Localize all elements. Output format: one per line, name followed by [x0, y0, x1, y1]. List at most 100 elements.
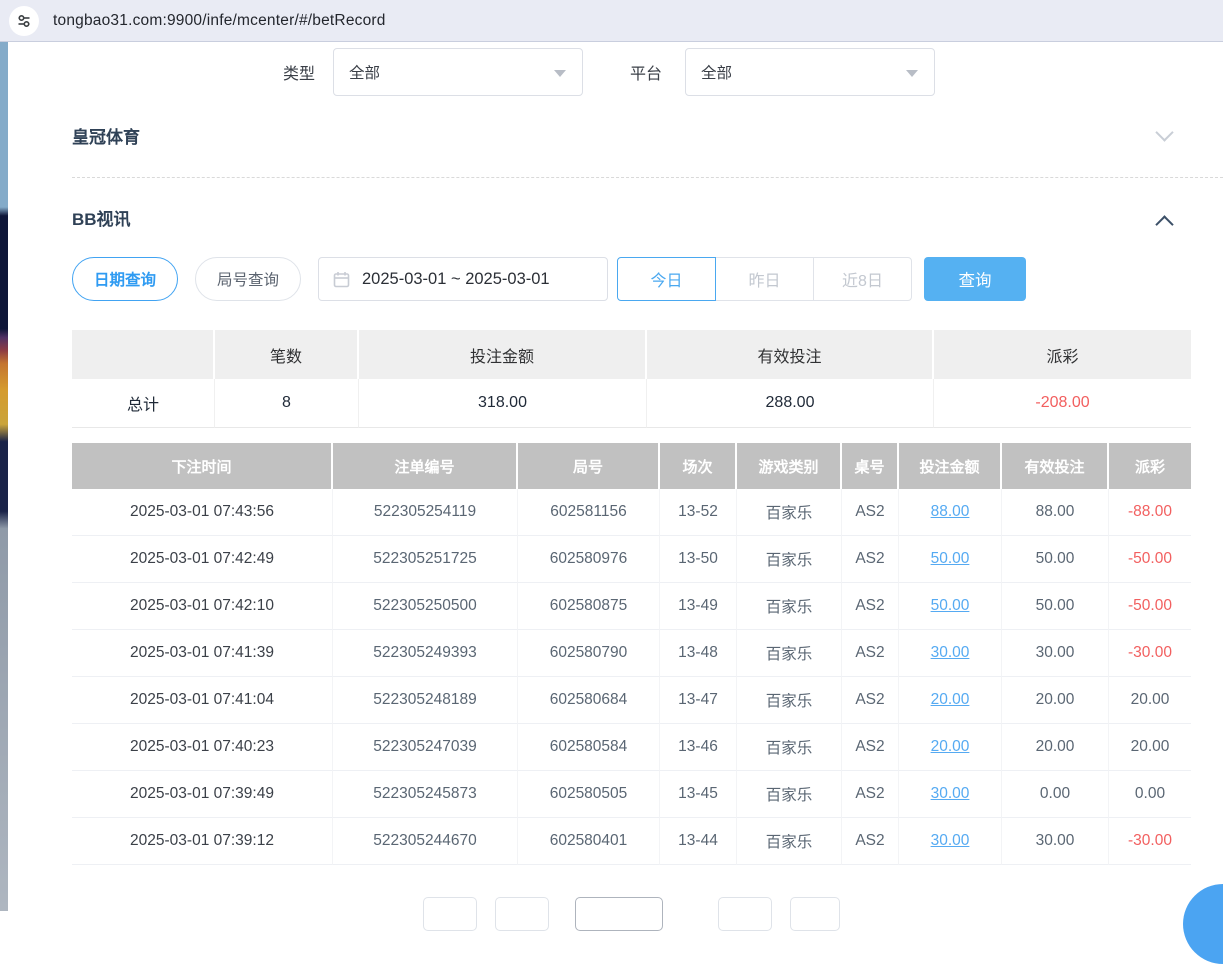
bet-record-page: 类型 全部 平台 全部 皇冠体育 BB视讯 日期查询 局号查询 [8, 42, 1223, 911]
summary-total-bet-amount: 318.00 [359, 379, 647, 428]
platform-select[interactable]: 全部 [685, 48, 935, 96]
cell-bet-amount: 30.00 [899, 771, 1002, 818]
cell-bet-time: 2025-03-01 07:39:12 [72, 818, 333, 865]
cell-bet-amount: 30.00 [899, 630, 1002, 677]
summary-total-valid-bet: 288.00 [647, 379, 934, 428]
cell-game-type: 百家乐 [737, 677, 842, 724]
round-query-button[interactable]: 局号查询 [195, 257, 301, 301]
bet-amount-link[interactable]: 20.00 [931, 691, 970, 709]
platform-select-value: 全部 [701, 61, 732, 83]
cell-bet-amount: 30.00 [899, 818, 1002, 865]
url-text[interactable]: tongbao31.com:9900/infe/mcenter/#/betRec… [53, 12, 386, 30]
pagination-button[interactable] [423, 897, 477, 931]
cell-session: 13-47 [660, 677, 737, 724]
summary-header-payout: 派彩 [934, 330, 1191, 379]
cell-session: 13-45 [660, 771, 737, 818]
section-crown-sports[interactable]: 皇冠体育 [72, 118, 1199, 158]
bet-table-header-row: 下注时间 注单编号 局号 场次 游戏类别 桌号 投注金额 有效投注 派彩 [72, 443, 1191, 489]
cell-valid-bet: 20.00 [1002, 677, 1109, 724]
pagination-button[interactable] [790, 897, 840, 931]
section-bb-casino[interactable]: BB视讯 [72, 200, 1199, 240]
header-valid-bet: 有效投注 [1002, 443, 1109, 489]
table-row: 2025-03-01 07:42:49 522305251725 6025809… [72, 536, 1191, 583]
cell-game-type: 百家乐 [737, 489, 842, 536]
bet-amount-link[interactable]: 88.00 [931, 503, 970, 521]
cell-table-number: AS2 [842, 818, 899, 865]
summary-header-count: 笔数 [215, 330, 359, 379]
date-query-button[interactable]: 日期查询 [72, 257, 178, 301]
section-title-bb-casino: BB视讯 [72, 200, 1199, 240]
type-select-value: 全部 [349, 61, 380, 83]
header-table-number: 桌号 [842, 443, 899, 489]
cell-table-number: AS2 [842, 583, 899, 630]
cell-table-number: AS2 [842, 677, 899, 724]
cell-round-number: 602580584 [518, 724, 660, 771]
cell-game-type: 百家乐 [737, 818, 842, 865]
header-session: 场次 [660, 443, 737, 489]
cell-round-number: 602581156 [518, 489, 660, 536]
cell-bet-time: 2025-03-01 07:40:23 [72, 724, 333, 771]
cell-round-number: 602580684 [518, 677, 660, 724]
pagination-page-size-select[interactable] [575, 897, 663, 931]
section-title-crown-sports: 皇冠体育 [72, 118, 1199, 158]
cell-payout: -50.00 [1109, 583, 1191, 630]
cell-payout: -50.00 [1109, 536, 1191, 583]
search-button[interactable]: 查询 [924, 257, 1026, 301]
cell-bet-amount: 20.00 [899, 677, 1002, 724]
chevron-down-icon [906, 70, 918, 77]
header-payout: 派彩 [1109, 443, 1191, 489]
pagination-button[interactable] [718, 897, 772, 931]
cell-round-number: 602580790 [518, 630, 660, 677]
cell-slip-number: 522305247039 [333, 724, 518, 771]
quick-range-yesterday[interactable]: 昨日 [715, 257, 814, 301]
site-settings-icon[interactable] [9, 6, 39, 36]
chevron-down-icon [554, 70, 566, 77]
bet-amount-link[interactable]: 30.00 [931, 785, 970, 803]
cell-valid-bet: 20.00 [1002, 724, 1109, 771]
date-range-value: 2025-03-01 ~ 2025-03-01 [362, 270, 550, 289]
cell-slip-number: 522305249393 [333, 630, 518, 677]
cell-payout: 20.00 [1109, 677, 1191, 724]
platform-filter-label: 平台 [630, 48, 662, 96]
cell-payout: -88.00 [1109, 489, 1191, 536]
cell-round-number: 602580875 [518, 583, 660, 630]
pagination [8, 897, 1223, 937]
cell-valid-bet: 30.00 [1002, 630, 1109, 677]
cell-bet-time: 2025-03-01 07:43:56 [72, 489, 333, 536]
type-select[interactable]: 全部 [333, 48, 583, 96]
pagination-button[interactable] [495, 897, 549, 931]
cell-payout: 20.00 [1109, 724, 1191, 771]
bet-amount-link[interactable]: 50.00 [931, 597, 970, 615]
summary-total-label: 总计 [72, 379, 215, 428]
cell-bet-time: 2025-03-01 07:41:04 [72, 677, 333, 724]
cell-session: 13-52 [660, 489, 737, 536]
cell-game-type: 百家乐 [737, 771, 842, 818]
cell-slip-number: 522305251725 [333, 536, 518, 583]
quick-range-group: 今日 昨日 近8日 [617, 257, 912, 301]
bet-amount-link[interactable]: 30.00 [931, 832, 970, 850]
cell-valid-bet: 50.00 [1002, 583, 1109, 630]
header-round-number: 局号 [518, 443, 660, 489]
quick-range-today[interactable]: 今日 [617, 257, 716, 301]
cell-round-number: 602580976 [518, 536, 660, 583]
cell-slip-number: 522305248189 [333, 677, 518, 724]
date-range-input[interactable]: 2025-03-01 ~ 2025-03-01 [318, 257, 608, 301]
summary-header-valid-bet: 有效投注 [647, 330, 934, 379]
summary-header-blank [72, 330, 215, 379]
header-bet-time: 下注时间 [72, 443, 333, 489]
cell-bet-amount: 50.00 [899, 583, 1002, 630]
cell-game-type: 百家乐 [737, 724, 842, 771]
bet-amount-link[interactable]: 50.00 [931, 550, 970, 568]
cell-payout: -30.00 [1109, 630, 1191, 677]
cell-game-type: 百家乐 [737, 583, 842, 630]
quick-range-last-8-days[interactable]: 近8日 [813, 257, 912, 301]
summary-table: 笔数 投注金额 有效投注 派彩 总计 8 318.00 288.00 -208.… [72, 330, 1191, 428]
cell-bet-time: 2025-03-01 07:42:49 [72, 536, 333, 583]
bet-amount-link[interactable]: 30.00 [931, 644, 970, 662]
cell-game-type: 百家乐 [737, 536, 842, 583]
bet-amount-link[interactable]: 20.00 [931, 738, 970, 756]
browser-address-bar[interactable]: tongbao31.com:9900/infe/mcenter/#/betRec… [0, 0, 1223, 42]
cell-bet-time: 2025-03-01 07:39:49 [72, 771, 333, 818]
type-filter-label: 类型 [283, 48, 315, 96]
summary-total-count: 8 [215, 379, 359, 428]
